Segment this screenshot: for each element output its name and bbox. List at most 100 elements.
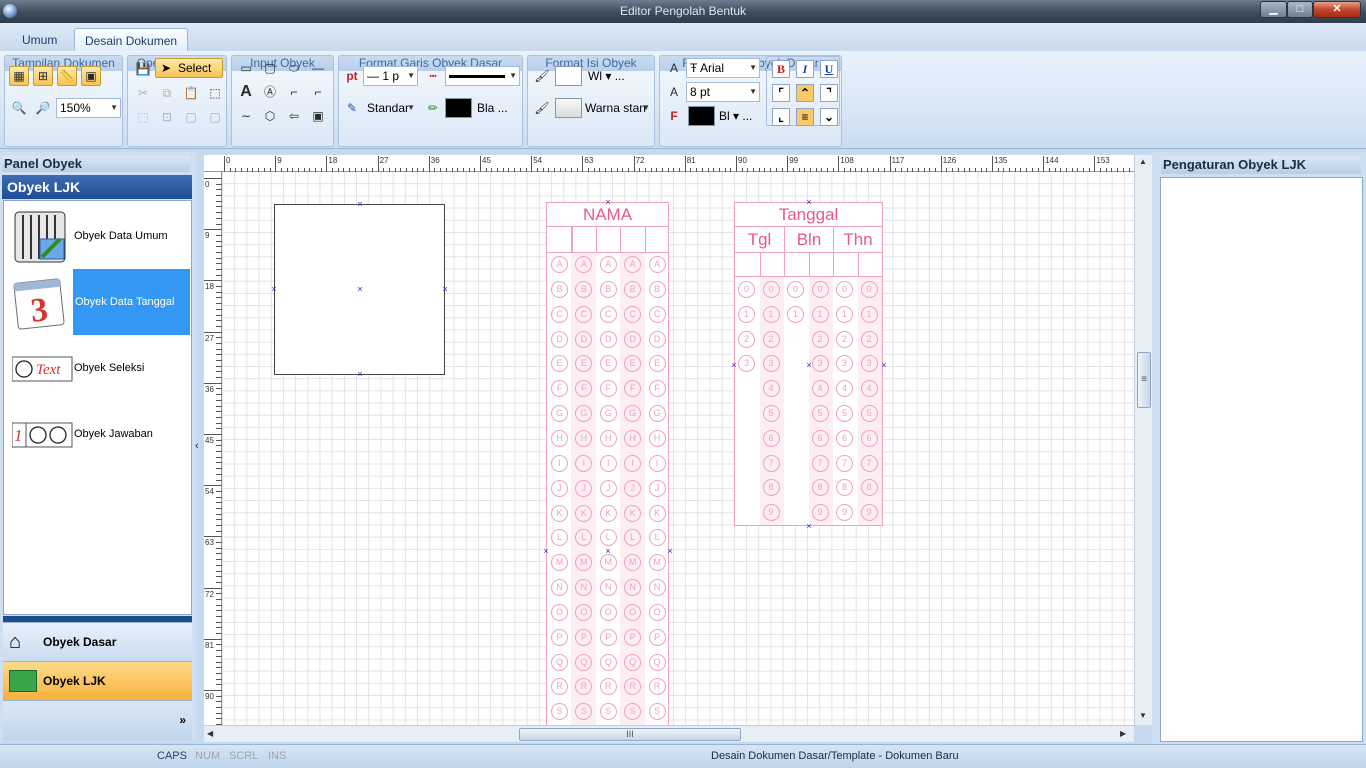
selection-handle[interactable]: × bbox=[270, 285, 278, 294]
collapse-left-icon[interactable]: ‹ bbox=[195, 440, 203, 460]
line-color-swatch[interactable] bbox=[445, 98, 472, 118]
cut-icon[interactable]: ✂ bbox=[133, 83, 153, 103]
paste-icon[interactable]: 📋 bbox=[181, 83, 201, 103]
list-item-data-tanggal[interactable]: 3 Obyek Data Tanggal bbox=[4, 269, 191, 335]
text-icon[interactable]: A bbox=[236, 82, 256, 102]
selection-handle[interactable]: × bbox=[805, 198, 813, 207]
maximize-button[interactable]: □ bbox=[1287, 1, 1313, 18]
underline-button[interactable]: U bbox=[820, 60, 838, 78]
list-item-data-umum[interactable]: Obyek Data Umum bbox=[4, 203, 191, 269]
align-top-right-icon[interactable]: ⌝ bbox=[820, 84, 838, 102]
selection-handle[interactable]: × bbox=[730, 361, 738, 370]
selection-handle[interactable]: × bbox=[441, 285, 449, 294]
polygon-icon[interactable]: ⬡ bbox=[260, 106, 280, 126]
fill-pattern-select[interactable]: Wl ▾ ... bbox=[584, 66, 654, 86]
font-name-select[interactable]: Ŧ Arial ▼ bbox=[686, 58, 760, 78]
copy-icon[interactable]: ⧉ bbox=[157, 83, 177, 103]
scroll-down-icon[interactable]: ▼ bbox=[1139, 711, 1147, 720]
scroll-right-icon[interactable]: ▶ bbox=[1120, 729, 1126, 738]
ungroup-icon[interactable]: ⊡ bbox=[157, 107, 177, 127]
selection-handle[interactable]: × bbox=[356, 285, 364, 294]
line-width-select[interactable]: — 1 p ▼ bbox=[363, 66, 418, 86]
horizontal-scrollbar[interactable]: ◀ III ▶ bbox=[204, 725, 1134, 742]
horizontal-scroll-thumb[interactable]: III bbox=[519, 728, 741, 741]
text-box-icon[interactable]: Ⓐ bbox=[260, 82, 280, 102]
picture-icon[interactable]: ▣ bbox=[308, 106, 328, 126]
design-canvas[interactable]: 0 9 18 27 36 45 54 63 72 81 90 99 108 117 126 135 144 153… bbox=[204, 155, 1134, 725]
image-background-icon[interactable]: ▣ bbox=[81, 66, 101, 86]
align-top-left-icon[interactable]: ⌜ bbox=[772, 84, 790, 102]
font-size-select[interactable]: 8 pt ▼ bbox=[686, 82, 760, 102]
zoom-in-icon[interactable]: 🔍 bbox=[9, 98, 29, 118]
selection-handle[interactable]: × bbox=[880, 361, 888, 370]
selection-handle[interactable]: × bbox=[356, 200, 364, 209]
select-tool-button[interactable]: ➤ Select bbox=[155, 58, 223, 78]
nav-more-button[interactable]: » bbox=[3, 700, 192, 741]
arrow-shape-icon[interactable]: ⇦ bbox=[284, 106, 304, 126]
nama-field-object[interactable]: NAMA AAAAABBBBBCCCCCDDDDDEEEEEFFFFFGGGGG… bbox=[546, 202, 669, 725]
zoom-select[interactable]: 150% ▼ bbox=[56, 98, 121, 118]
tab-umum[interactable]: Umum bbox=[12, 28, 67, 52]
vertical-scroll-thumb[interactable]: ≡ bbox=[1137, 352, 1151, 408]
dash-style-icon[interactable]: ┅ bbox=[423, 66, 443, 86]
grid-icon[interactable]: ▦ bbox=[9, 66, 29, 86]
list-item-jawaban[interactable]: 1 Obyek Jawaban bbox=[4, 401, 191, 467]
align-top-center-icon[interactable]: ⌃ bbox=[796, 84, 814, 102]
bring-front-icon[interactable]: ▢ bbox=[205, 107, 225, 127]
line-icon[interactable]: — bbox=[308, 58, 328, 78]
list-item-label: Obyek Data Umum bbox=[74, 230, 168, 242]
nav-obyek-ljk[interactable]: Obyek LJK bbox=[3, 661, 192, 700]
curve-icon[interactable]: ∼ bbox=[236, 106, 256, 126]
vertical-scrollbar[interactable]: ▲ ≡ ▼ bbox=[1134, 155, 1152, 725]
align-bottom-icon[interactable]: ⌄ bbox=[820, 108, 838, 126]
close-button[interactable]: ✕ bbox=[1313, 1, 1361, 18]
scroll-left-icon[interactable]: ◀ bbox=[207, 729, 213, 738]
selection-handle[interactable]: × bbox=[542, 547, 550, 556]
list-item-seleksi[interactable]: Text Obyek Seleksi bbox=[4, 335, 191, 401]
align-middle-center-icon[interactable]: ≡ bbox=[796, 108, 814, 126]
select-all-icon[interactable]: ⬚ bbox=[205, 83, 225, 103]
save-icon[interactable]: 💾 bbox=[133, 59, 153, 79]
selection-handle[interactable]: × bbox=[604, 198, 612, 207]
scroll-up-icon[interactable]: ▲ bbox=[1139, 157, 1147, 166]
fill-color-icon[interactable]: 🖌 bbox=[532, 98, 552, 118]
send-back-icon[interactable]: ▢ bbox=[181, 107, 201, 127]
fill-color-swatch[interactable] bbox=[555, 98, 582, 118]
font-size-icon[interactable]: A bbox=[664, 82, 684, 102]
fill-pattern-swatch[interactable] bbox=[555, 66, 582, 86]
dash-style-select[interactable]: ▼ bbox=[445, 66, 520, 86]
line-color-icon[interactable]: ✏ bbox=[423, 98, 443, 118]
group-icon[interactable]: ⬚ bbox=[133, 107, 153, 127]
fill-pattern-icon[interactable]: 🖌 bbox=[532, 66, 552, 86]
fill-color-select[interactable]: Warna stan ▼ bbox=[581, 98, 653, 118]
text-color-swatch[interactable] bbox=[688, 106, 715, 126]
ellipse-icon[interactable]: ⬭ bbox=[284, 58, 304, 78]
rectangle-icon[interactable]: ▭ bbox=[236, 58, 256, 78]
selection-handle[interactable]: × bbox=[356, 370, 364, 379]
connector-icon[interactable]: ⌐ bbox=[284, 82, 304, 102]
italic-button[interactable]: I bbox=[796, 60, 814, 78]
selection-handle[interactable]: × bbox=[805, 522, 813, 531]
properties-pane[interactable] bbox=[1160, 177, 1363, 742]
line-width-icon[interactable]: pt bbox=[342, 66, 362, 86]
text-color-icon[interactable]: F bbox=[664, 106, 684, 126]
font-icon[interactable]: A bbox=[664, 58, 684, 78]
nav-obyek-dasar[interactable]: ⌂ Obyek Dasar bbox=[3, 622, 192, 661]
selection-handle[interactable]: × bbox=[805, 361, 813, 370]
line-end-icon[interactable]: ⌐ bbox=[308, 82, 328, 102]
zoom-out-icon[interactable]: 🔎 bbox=[33, 98, 53, 118]
line-style-icon[interactable]: ✎ bbox=[342, 98, 362, 118]
line-style-select[interactable]: Standar ▼ bbox=[363, 98, 418, 118]
tab-desain-dokumen[interactable]: Desain Dokumen bbox=[74, 28, 189, 52]
answer-bubble: C bbox=[624, 305, 642, 323]
align-middle-left-icon[interactable]: ⌞ bbox=[772, 108, 790, 126]
line-color-select[interactable]: Bla ... bbox=[473, 98, 520, 118]
ruler-icon[interactable]: 📏 bbox=[57, 66, 77, 86]
rounded-rectangle-icon[interactable]: ▢ bbox=[260, 58, 280, 78]
selection-handle[interactable]: × bbox=[666, 547, 674, 556]
snap-grid-icon[interactable]: ⊞ bbox=[33, 66, 53, 86]
text-color-select[interactable]: Bl ▾ ... bbox=[715, 106, 760, 126]
bold-button[interactable]: B bbox=[772, 60, 790, 78]
minimize-button[interactable]: ▁ bbox=[1260, 1, 1287, 18]
selection-handle[interactable]: × bbox=[604, 547, 612, 556]
